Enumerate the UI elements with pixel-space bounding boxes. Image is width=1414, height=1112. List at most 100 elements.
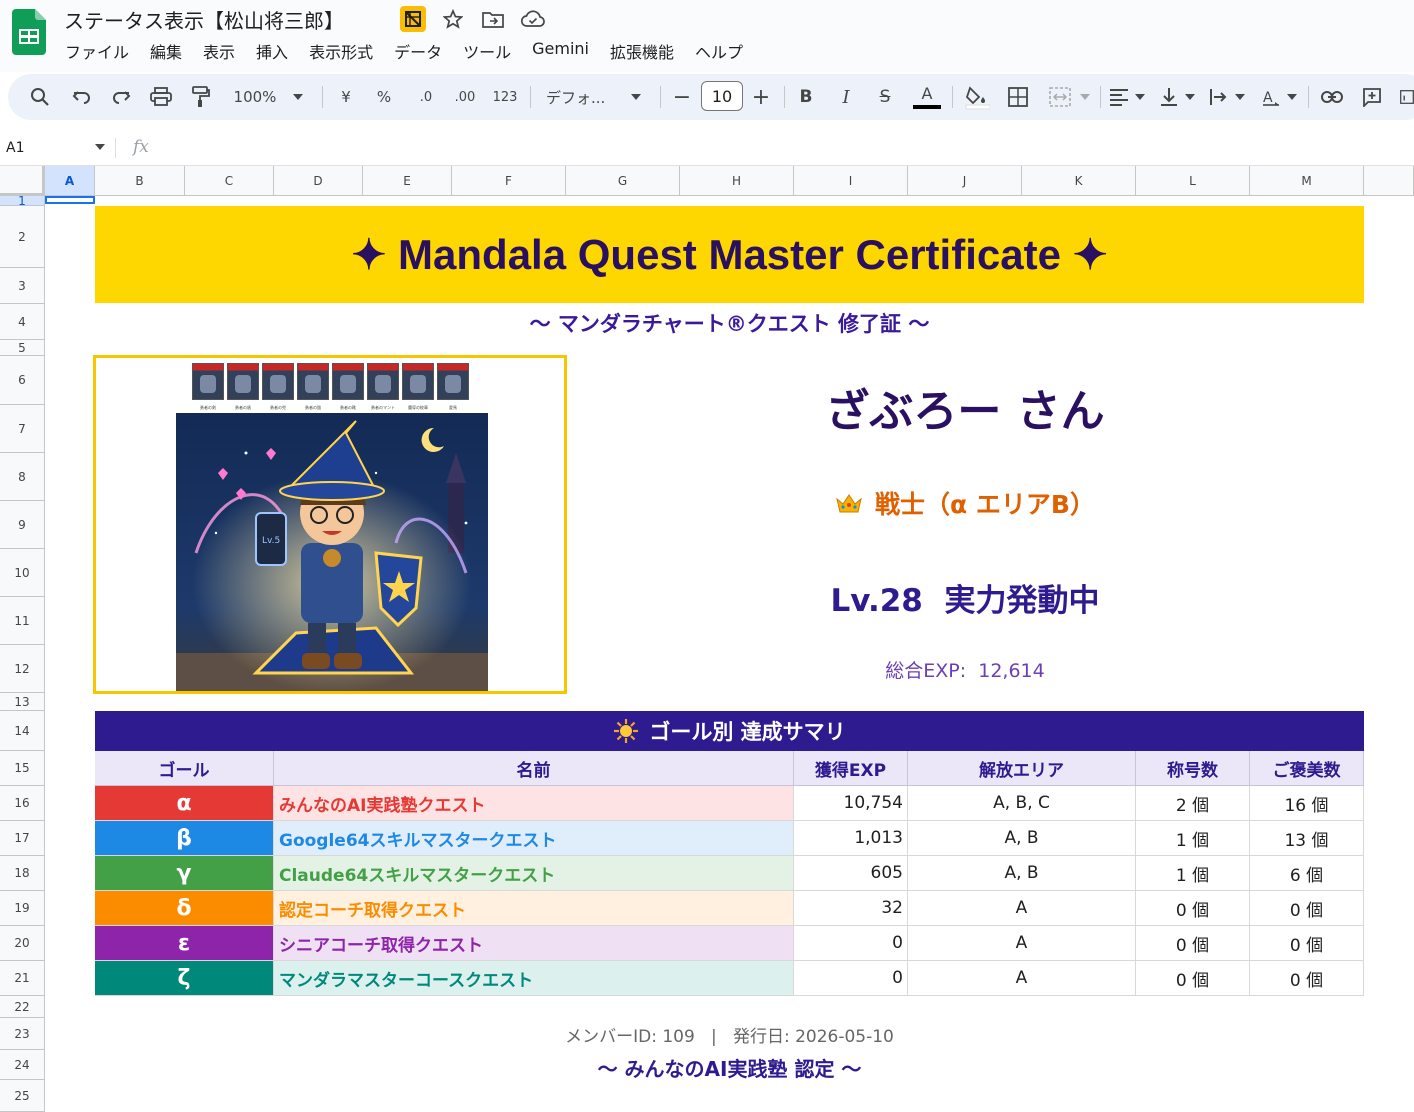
menu-view[interactable]: 表示: [203, 39, 235, 63]
bold-button[interactable]: B: [796, 83, 816, 111]
column-header-f[interactable]: F: [452, 166, 566, 196]
number-format-button[interactable]: 123: [490, 83, 520, 111]
row-header-17[interactable]: 17: [0, 821, 45, 856]
cloud-saved-icon[interactable]: [520, 6, 546, 32]
row-header-19[interactable]: 19: [0, 891, 45, 926]
row-header-20[interactable]: 20: [0, 926, 45, 961]
borders-icon[interactable]: [1006, 83, 1030, 111]
row-header-6[interactable]: 6: [0, 356, 45, 405]
column-header-i[interactable]: I: [794, 166, 908, 196]
row-header-24[interactable]: 24: [0, 1050, 45, 1080]
currency-format-button[interactable]: ¥: [336, 83, 356, 111]
wrap-dropdown-icon[interactable]: [1233, 83, 1247, 111]
menu-data[interactable]: データ: [394, 39, 442, 63]
decrease-decimal-button[interactable]: .0: [412, 83, 440, 111]
column-header-g[interactable]: G: [566, 166, 680, 196]
summary-cell-code: ζ: [95, 961, 274, 996]
row-header-5[interactable]: 5: [0, 340, 45, 356]
equipment-item: [192, 363, 224, 400]
summary-cell-rewards: 0 個: [1250, 926, 1364, 961]
halign-dropdown-icon[interactable]: [1133, 83, 1147, 111]
fill-color-icon[interactable]: [962, 83, 992, 111]
selected-cell-a1[interactable]: [45, 196, 95, 204]
insert-comment-icon[interactable]: [1360, 83, 1384, 111]
font-family-select[interactable]: デフォ...: [546, 83, 618, 111]
column-header-k[interactable]: K: [1022, 166, 1136, 196]
insert-chart-icon[interactable]: [1400, 83, 1414, 111]
menu-edit[interactable]: 編集: [150, 39, 182, 63]
row-header-1[interactable]: 1: [0, 196, 45, 206]
column-header-j[interactable]: J: [908, 166, 1022, 196]
menu-extensions[interactable]: 拡張機能: [610, 39, 674, 63]
undo-icon[interactable]: [70, 83, 94, 111]
zoom-select[interactable]: 100%: [230, 83, 280, 111]
row-header-13[interactable]: 13: [0, 693, 45, 711]
row-header-11[interactable]: 11: [0, 597, 45, 645]
menu-file[interactable]: ファイル: [65, 39, 129, 63]
column-header-e[interactable]: E: [363, 166, 452, 196]
row-header-8[interactable]: 8: [0, 453, 45, 501]
horizontal-align-icon[interactable]: [1108, 83, 1130, 111]
row-header-23[interactable]: 23: [0, 1018, 45, 1050]
column-header-d[interactable]: D: [274, 166, 363, 196]
menu-format[interactable]: 表示形式: [309, 39, 373, 63]
column-header-a[interactable]: A: [45, 166, 95, 196]
percent-format-button[interactable]: %: [372, 83, 396, 111]
no-sync-icon[interactable]: [400, 6, 426, 32]
vertical-align-icon[interactable]: [1158, 83, 1180, 111]
valign-dropdown-icon[interactable]: [1183, 83, 1197, 111]
merge-dropdown-icon[interactable]: [1078, 83, 1092, 111]
search-menus-icon[interactable]: [28, 83, 52, 111]
row-header-18[interactable]: 18: [0, 856, 45, 891]
row-header-16[interactable]: 16: [0, 786, 45, 821]
select-all-corner[interactable]: [0, 166, 45, 196]
paint-format-icon[interactable]: [188, 83, 214, 111]
row-header-9[interactable]: 9: [0, 501, 45, 549]
insert-link-icon[interactable]: [1320, 83, 1344, 111]
font-dropdown-icon[interactable]: [628, 83, 644, 111]
row-header-22[interactable]: 22: [0, 996, 45, 1018]
font-size-decrease-button[interactable]: −: [672, 83, 692, 111]
row-header-14[interactable]: 14: [0, 711, 45, 751]
menu-insert[interactable]: 挿入: [256, 39, 288, 63]
column-header-h[interactable]: H: [680, 166, 794, 196]
column-header-b[interactable]: B: [95, 166, 185, 196]
font-size-input[interactable]: 10: [701, 81, 743, 111]
summary-cell-exp: 0: [794, 926, 908, 961]
redo-icon[interactable]: [109, 83, 133, 111]
row-header-2[interactable]: 2: [0, 206, 45, 268]
row-header-21[interactable]: 21: [0, 961, 45, 996]
text-wrap-icon[interactable]: [1208, 83, 1230, 111]
row-header-10[interactable]: 10: [0, 549, 45, 597]
menu-help[interactable]: ヘルプ: [695, 39, 743, 63]
row-header-4[interactable]: 4: [0, 304, 45, 340]
column-header-m[interactable]: M: [1250, 166, 1364, 196]
menu-tools[interactable]: ツール: [463, 39, 511, 63]
row-header-15[interactable]: 15: [0, 751, 45, 786]
rotation-dropdown-icon[interactable]: [1285, 83, 1299, 111]
name-box-dropdown-icon[interactable]: [95, 144, 105, 150]
certified-by: 〜 みんなのAI実践塾 認定 〜: [597, 1057, 862, 1081]
italic-button[interactable]: I: [836, 83, 856, 111]
row-header-3[interactable]: 3: [0, 268, 45, 304]
zoom-dropdown-icon[interactable]: [290, 83, 306, 111]
column-header-c[interactable]: C: [185, 166, 274, 196]
document-title[interactable]: ステータス表示【松山将三郎】: [64, 5, 344, 34]
name-box[interactable]: A1: [6, 140, 24, 156]
text-rotation-icon[interactable]: A: [1260, 83, 1282, 111]
menu-gemini[interactable]: Gemini: [532, 39, 589, 63]
column-header-n[interactable]: [1364, 166, 1414, 196]
print-icon[interactable]: [148, 83, 174, 111]
row-header-25[interactable]: 25: [0, 1080, 45, 1112]
row-header-12[interactable]: 12: [0, 645, 45, 693]
merge-cells-icon[interactable]: [1048, 83, 1072, 111]
row-header-7[interactable]: 7: [0, 405, 45, 453]
font-size-increase-button[interactable]: +: [751, 83, 771, 111]
increase-decimal-button[interactable]: .00: [450, 83, 480, 111]
text-color-button[interactable]: A: [912, 83, 942, 111]
move-folder-icon[interactable]: [480, 6, 506, 32]
star-icon[interactable]: [440, 6, 466, 32]
sheets-logo-icon[interactable]: [12, 9, 46, 55]
column-header-l[interactable]: L: [1136, 166, 1250, 196]
strikethrough-button[interactable]: S: [874, 83, 896, 111]
